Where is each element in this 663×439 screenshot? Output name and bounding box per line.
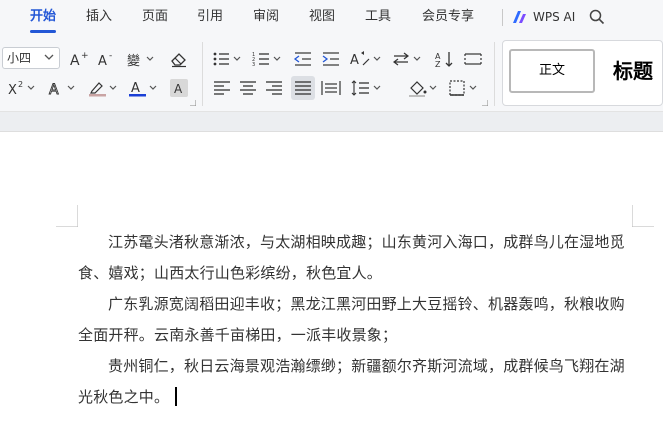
styles-gallery: 正文 标题 <box>502 40 663 106</box>
paragraph-1[interactable]: 江苏鼋头渚秋意渐浓，与太湖相映成趣；山东黄河入海口，成群鸟儿在湿地觅食、嬉戏；山… <box>78 227 633 289</box>
svg-text:A: A <box>49 82 59 97</box>
paint-bucket-icon <box>409 81 437 97</box>
justify-button[interactable] <box>291 76 315 100</box>
font-grow-icon: A + <box>70 51 89 68</box>
svg-text:X: X <box>8 83 17 97</box>
svg-text:Z: Z <box>435 60 441 68</box>
shading-button[interactable] <box>408 78 440 98</box>
search-icon[interactable] <box>589 9 605 25</box>
phonetic-guide-button[interactable]: 變 <box>126 49 158 69</box>
svg-text:A: A <box>174 82 183 95</box>
chevron-down-icon <box>44 54 54 60</box>
increase-font-size-button[interactable]: A + <box>70 49 90 69</box>
superscript-button[interactable]: X2 <box>8 78 38 98</box>
character-shading-button[interactable]: A <box>170 79 188 97</box>
paragraph-3-text: 贵州铜仁，秋日云海景观浩瀚缥缈；新疆额尔齐斯河流域，成群候鸟飞翔在湖光秋色之中。 <box>78 357 625 406</box>
font-color-icon: A <box>129 81 157 97</box>
show-hide-marks-button[interactable] <box>462 49 484 69</box>
svg-text:3: 3 <box>252 62 255 68</box>
superscript-icon: X2 <box>8 80 35 97</box>
font-dialog-launcher-icon[interactable] <box>190 100 196 106</box>
highlighter-icon <box>89 82 117 97</box>
font-size-select[interactable]: 小四 <box>2 47 60 69</box>
svg-text:A: A <box>70 53 80 68</box>
menu-tab-insert[interactable]: 插入 <box>86 0 112 34</box>
numbered-list-button[interactable]: 123 <box>252 49 284 69</box>
svg-text:A: A <box>350 53 359 68</box>
menu-tab-review[interactable]: 审阅 <box>253 0 279 34</box>
margin-corner-marker <box>632 205 654 227</box>
svg-text:變: 變 <box>127 53 140 68</box>
ribbon-page-divider <box>0 112 663 132</box>
svg-text:+: + <box>81 51 89 61</box>
formatting-marks-icon <box>464 53 482 65</box>
align-right-icon <box>266 81 282 95</box>
sort-button[interactable]: AZ <box>434 49 456 69</box>
align-center-button[interactable] <box>238 78 258 98</box>
svg-text:2: 2 <box>18 80 23 89</box>
decrease-indent-button[interactable] <box>292 49 314 69</box>
ribbon-toolbar: 小四 A + A- 變 X2 A A A 123 A A Z 正文 标题 <box>0 34 663 112</box>
font-shrink-icon: A- <box>98 51 112 68</box>
line-spacing-icon <box>351 80 381 96</box>
svg-text:A: A <box>98 54 107 68</box>
menu-tab-page[interactable]: 页面 <box>142 0 168 34</box>
menu-tab-home[interactable]: 开始 <box>30 0 56 34</box>
eraser-icon <box>171 53 186 68</box>
menu-tab-member[interactable]: 会员专享 <box>422 0 474 34</box>
line-spacing-button[interactable] <box>350 78 384 98</box>
sort-icon: AZ <box>435 52 453 68</box>
paragraph-dialog-launcher-icon[interactable] <box>482 100 488 106</box>
margin-corner-marker <box>56 205 78 227</box>
clear-formatting-button[interactable] <box>168 49 190 69</box>
ribbon-group-separator <box>202 42 203 106</box>
increase-indent-button[interactable] <box>320 49 342 69</box>
bullet-list-icon <box>213 52 241 66</box>
style-heading[interactable]: 标题 <box>613 49 653 93</box>
align-right-button[interactable] <box>264 78 284 98</box>
distributed-align-icon <box>321 81 341 95</box>
borders-button[interactable] <box>448 78 480 98</box>
align-center-icon <box>240 81 256 95</box>
svg-text:A: A <box>131 81 140 96</box>
outdent-icon <box>293 52 311 66</box>
distributed-align-button[interactable] <box>320 78 342 98</box>
document-page[interactable]: 江苏鼋头渚秋意渐浓，与太湖相映成趣；山东黄河入海口，成群鸟儿在湿地觅食、嬉戏；山… <box>0 133 663 439</box>
align-justify-icon <box>295 81 311 95</box>
style-normal[interactable]: 正文 <box>509 49 595 93</box>
font-color-button[interactable]: A <box>128 78 160 98</box>
text-cursor <box>175 387 177 406</box>
phonetic-icon: 變 <box>127 53 154 68</box>
text-effect-button[interactable]: A <box>48 78 78 98</box>
text-direction-button[interactable] <box>392 49 424 69</box>
wps-ai-icon <box>513 11 526 23</box>
align-left-icon <box>214 81 230 95</box>
paragraph-2[interactable]: 广东乳源宽阔稻田迎丰收；黑龙江黑河田野上大豆摇铃、机器轰鸣，秋粮收购全面开秤。云… <box>78 289 633 351</box>
chinese-layout-button[interactable]: A <box>350 49 384 69</box>
indent-icon <box>322 52 339 66</box>
chinese-layout-icon: A <box>350 51 381 68</box>
highlight-color-button[interactable] <box>88 78 120 98</box>
decrease-font-size-button[interactable]: A- <box>98 49 118 69</box>
menu-separator <box>502 9 503 26</box>
wps-ai-label: WPS AI <box>533 10 576 24</box>
text-effect-icon: A <box>49 82 75 97</box>
character-shading-icon: A <box>174 82 183 95</box>
svg-text:-: - <box>109 51 112 61</box>
text-direction-icon <box>393 52 421 66</box>
numbered-list-icon: 123 <box>252 52 281 68</box>
align-left-button[interactable] <box>212 78 232 98</box>
ribbon-group-separator <box>494 42 495 106</box>
font-size-value: 小四 <box>7 51 32 65</box>
paragraph-3[interactable]: 贵州铜仁，秋日云海景观浩瀚缥缈；新疆额尔齐斯河流域，成群候鸟飞翔在湖光秋色之中。 <box>78 351 633 413</box>
menu-tab-tools[interactable]: 工具 <box>365 0 391 34</box>
active-tab-indicator <box>30 30 56 33</box>
border-icon <box>449 80 477 96</box>
menu-tab-view[interactable]: 视图 <box>309 0 335 34</box>
wps-ai-button[interactable]: WPS AI <box>512 0 575 34</box>
menu-bar: 开始 插入 页面 引用 审阅 视图 工具 会员专享 WPS AI <box>0 0 663 34</box>
bullet-list-button[interactable] <box>212 49 244 69</box>
menu-tab-references[interactable]: 引用 <box>197 0 223 34</box>
